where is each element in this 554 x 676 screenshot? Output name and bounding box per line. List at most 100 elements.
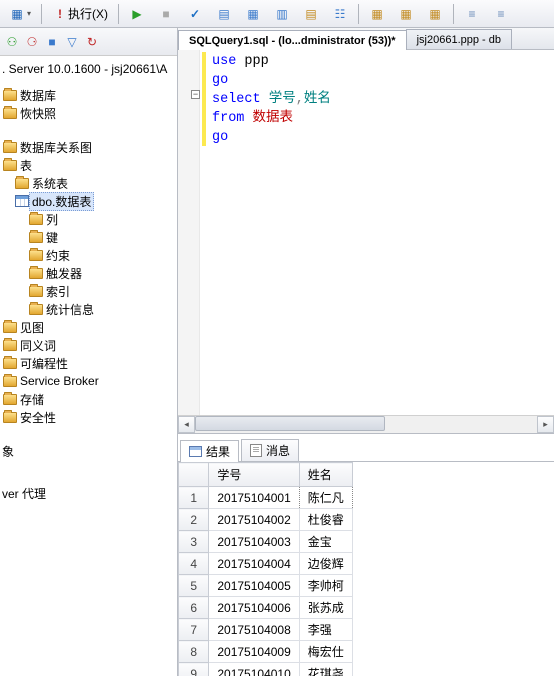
triggers-node[interactable]: 触发器 (0, 264, 177, 282)
cell-name[interactable]: 陈仁凡 (299, 487, 352, 509)
row-number[interactable]: 5 (179, 575, 209, 597)
views-node[interactable]: 见图 (0, 318, 177, 336)
tb-btn-2[interactable]: ▦ (240, 3, 266, 25)
tb-btn-1[interactable]: ▤ (211, 3, 237, 25)
row-number[interactable]: 7 (179, 619, 209, 641)
table-row[interactable]: 720175104008李强 (179, 619, 353, 641)
tb-btn-10[interactable]: ≡ (488, 3, 514, 25)
system-tables-node[interactable]: 系统表 (0, 174, 177, 192)
check-icon: ✓ (187, 6, 203, 22)
object-tree[interactable]: . Server 10.0.1600 - jsj20661\A 数据库 恢快照 … (0, 56, 177, 676)
debug-button[interactable]: ▶ (124, 3, 150, 25)
cell-name[interactable]: 金宝 (299, 531, 352, 553)
tb-btn-3[interactable]: ▥ (269, 3, 295, 25)
col-header-name[interactable]: 姓名 (299, 463, 352, 487)
cell-name[interactable]: 杜俊睿 (299, 509, 352, 531)
service-broker-node[interactable]: Service Broker (0, 372, 177, 390)
tab-results[interactable]: 结果 (180, 440, 239, 462)
constraints-node[interactable]: 约束 (0, 246, 177, 264)
server-node[interactable]: . Server 10.0.1600 - jsj20661\A (0, 60, 177, 78)
col-header-id[interactable]: 学号 (209, 463, 299, 487)
tb-btn-7[interactable]: ▦ (393, 3, 419, 25)
folder-icon (28, 211, 44, 227)
cell-name[interactable]: 边俊辉 (299, 553, 352, 575)
sql-code[interactable]: use ppp go select 学号,姓名 from 数据表 go (212, 52, 331, 147)
databases-node[interactable]: 数据库 (0, 86, 177, 104)
filter-icon[interactable]: ▽ (64, 34, 80, 50)
table-row[interactable]: 920175104010花琪尧 (179, 663, 353, 676)
cell-id[interactable]: 20175104005 (209, 575, 299, 597)
cell-name[interactable]: 张苏成 (299, 597, 352, 619)
tb-btn-8[interactable]: ▦ (422, 3, 448, 25)
table-row[interactable]: 620175104006张苏成 (179, 597, 353, 619)
cell-id[interactable]: 20175104002 (209, 509, 299, 531)
cell-name[interactable]: 花琪尧 (299, 663, 352, 676)
table-row[interactable]: 520175104005李帅柯 (179, 575, 353, 597)
keys-node[interactable]: 键 (0, 228, 177, 246)
scroll-left-button[interactable]: ◂ (178, 416, 195, 433)
security-node[interactable]: 安全性 (0, 408, 177, 426)
cell-id[interactable]: 20175104003 (209, 531, 299, 553)
tab-query[interactable]: SQLQuery1.sql - (lo...dministrator (53))… (178, 30, 407, 50)
folder-icon (2, 355, 18, 371)
row-number[interactable]: 4 (179, 553, 209, 575)
refresh-icon[interactable]: ↻ (84, 34, 100, 50)
cell-name[interactable]: 梅宏仕 (299, 641, 352, 663)
table-row[interactable]: 220175104002杜俊睿 (179, 509, 353, 531)
agent-node[interactable]: ver 代理 (0, 484, 177, 502)
images-node[interactable]: 象 (0, 442, 177, 460)
scroll-thumb[interactable] (195, 416, 385, 431)
statistics-node[interactable]: 统计信息 (0, 300, 177, 318)
row-number[interactable]: 3 (179, 531, 209, 553)
row-number[interactable]: 8 (179, 641, 209, 663)
cancel-button[interactable]: ■ (153, 3, 179, 25)
tb-btn-5[interactable]: ☷ (327, 3, 353, 25)
tab-database[interactable]: jsj20661.ppp - db (406, 29, 512, 49)
row-number[interactable]: 1 (179, 487, 209, 509)
comment-button[interactable]: ▦ ▾ (4, 3, 36, 25)
snapshot-node[interactable]: 恢快照 (0, 104, 177, 122)
results-grid[interactable]: 学号 姓名 120175104001陈仁凡220175104002杜俊睿3201… (178, 462, 554, 676)
cell-name[interactable]: 李帅柯 (299, 575, 352, 597)
folder-icon (2, 337, 18, 353)
user-table-node[interactable]: dbo.数据表 (0, 192, 177, 210)
row-number[interactable]: 2 (179, 509, 209, 531)
tb-btn-6[interactable]: ▦ (364, 3, 390, 25)
table-row[interactable]: 120175104001陈仁凡 (179, 487, 353, 509)
scroll-track[interactable] (195, 416, 537, 433)
parse-button[interactable]: ✓ (182, 3, 208, 25)
cell-id[interactable]: 20175104008 (209, 619, 299, 641)
tb-btn-4[interactable]: ▤ (298, 3, 324, 25)
row-number[interactable]: 9 (179, 663, 209, 676)
table-row[interactable]: 420175104004边俊辉 (179, 553, 353, 575)
disconnect-icon[interactable]: ⚆ (24, 34, 40, 50)
folder-icon (2, 319, 18, 335)
synonyms-node[interactable]: 同义词 (0, 336, 177, 354)
columns-node[interactable]: 列 (0, 210, 177, 228)
sql-editor[interactable]: − use ppp go select 学号,姓名 from 数据表 go ◂ … (178, 50, 554, 434)
tb-btn-9[interactable]: ≡ (459, 3, 485, 25)
diagrams-node[interactable]: 数据库关系图 (0, 138, 177, 156)
storage-node[interactable]: 存储 (0, 390, 177, 408)
cell-id[interactable]: 20175104001 (209, 487, 299, 509)
connect-icon[interactable]: ⚇ (4, 34, 20, 50)
row-number[interactable]: 6 (179, 597, 209, 619)
table-row[interactable]: 320175104003金宝 (179, 531, 353, 553)
fold-collapse-icon[interactable]: − (191, 90, 200, 99)
row-header-blank[interactable] (179, 463, 209, 487)
execute-stop-button[interactable]: ! 执行(X) (47, 2, 113, 25)
tab-messages[interactable]: 消息 (241, 439, 299, 461)
cell-id[interactable]: 20175104009 (209, 641, 299, 663)
chevron-down-icon: ▾ (27, 9, 31, 18)
indexes-node[interactable]: 索引 (0, 282, 177, 300)
table-row[interactable]: 820175104009梅宏仕 (179, 641, 353, 663)
tables-node[interactable]: 表 (0, 156, 177, 174)
cell-id[interactable]: 20175104006 (209, 597, 299, 619)
cell-name[interactable]: 李强 (299, 619, 352, 641)
cell-id[interactable]: 20175104010 (209, 663, 299, 676)
editor-scrollbar[interactable]: ◂ ▸ (178, 415, 554, 433)
cell-id[interactable]: 20175104004 (209, 553, 299, 575)
scroll-right-button[interactable]: ▸ (537, 416, 554, 433)
programmability-node[interactable]: 可编程性 (0, 354, 177, 372)
stop-nav-icon[interactable]: ■ (44, 34, 60, 50)
